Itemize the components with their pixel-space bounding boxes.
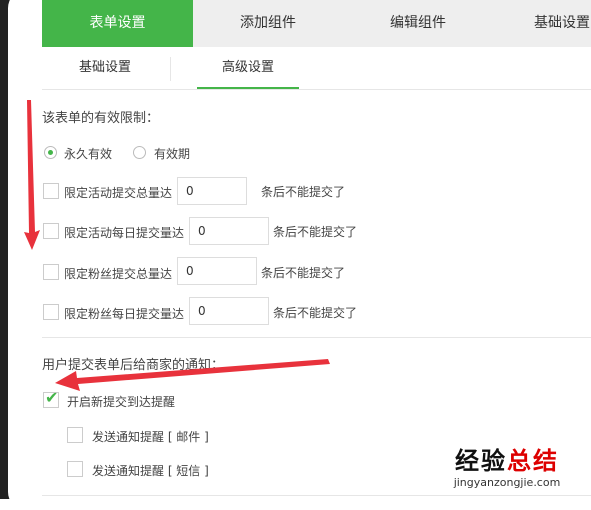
- watermark-url: jingyanzongjie.com: [453, 476, 561, 489]
- annotation-arrows: [24, 100, 330, 391]
- watermark-part2: 总结: [507, 447, 559, 475]
- arrow-down-icon: [24, 100, 40, 250]
- watermark-part1: 经验: [455, 447, 507, 475]
- watermark: 经验总结 jingyanzongjie.com: [432, 446, 582, 490]
- arrow-left-icon: [55, 359, 330, 391]
